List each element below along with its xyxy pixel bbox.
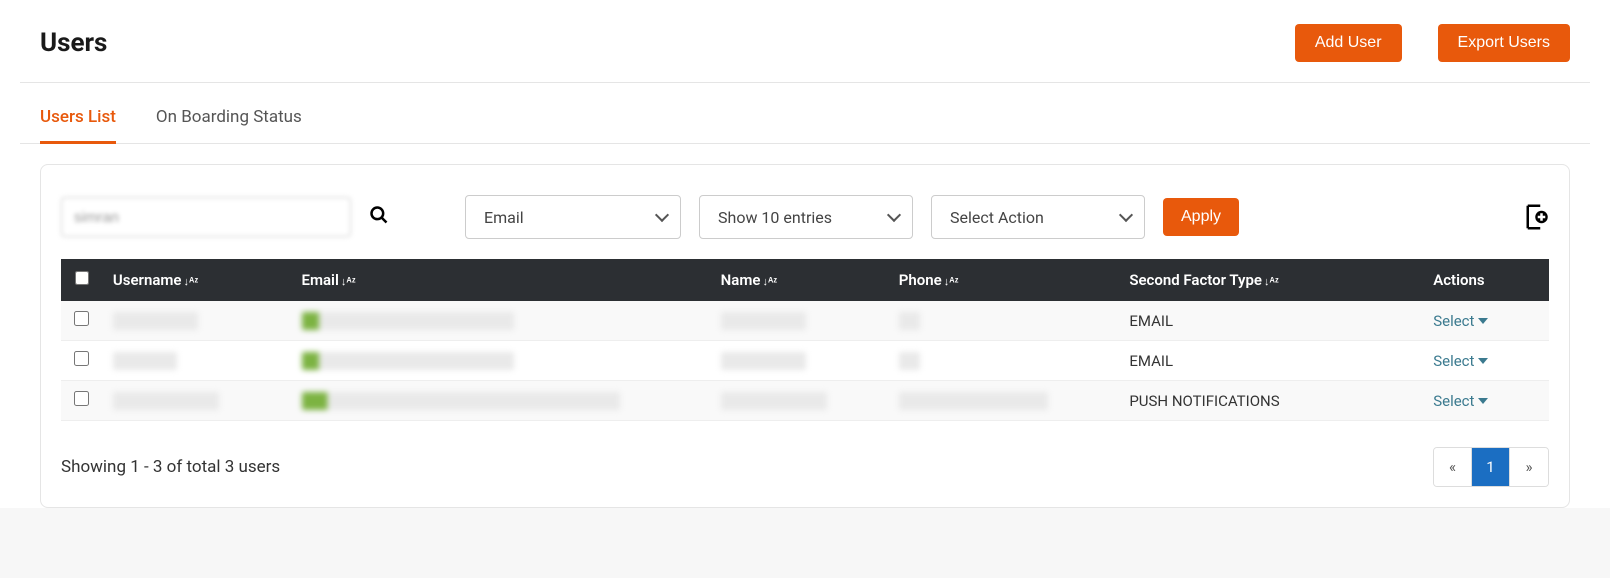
cell-name: ██████████ bbox=[721, 392, 827, 410]
caret-down-icon bbox=[1478, 318, 1488, 324]
filter-by-select[interactable]: Email bbox=[465, 195, 681, 239]
row-checkbox[interactable] bbox=[74, 391, 89, 406]
column-second-factor[interactable]: Second Factor Type↓ᴬᶻ bbox=[1119, 259, 1423, 301]
row-action-select[interactable]: Select bbox=[1433, 392, 1488, 410]
column-email[interactable]: Email↓ᴬᶻ bbox=[292, 259, 711, 301]
page-title: Users bbox=[40, 28, 107, 58]
sort-icon: ↓ᴬᶻ bbox=[944, 275, 959, 288]
tabs: Users List On Boarding Status bbox=[20, 83, 1590, 144]
column-username[interactable]: Username↓ᴬᶻ bbox=[103, 259, 292, 301]
pagination: « 1 » bbox=[1433, 447, 1549, 487]
entries-select[interactable]: Show 10 entries bbox=[699, 195, 913, 239]
export-users-button[interactable]: Export Users bbox=[1438, 24, 1570, 62]
row-action-select[interactable]: Select bbox=[1433, 312, 1488, 330]
controls-row: Email Show 10 entries Select Action Appl… bbox=[61, 195, 1549, 239]
cell-second-factor: EMAIL bbox=[1119, 341, 1423, 381]
tab-users-list[interactable]: Users List bbox=[40, 107, 116, 144]
cell-email: ██████████████████████████████ bbox=[302, 392, 621, 410]
cell-phone: ██ bbox=[899, 312, 920, 330]
table-footer: Showing 1 - 3 of total 3 users « 1 » bbox=[61, 447, 1549, 487]
search-input[interactable] bbox=[61, 197, 351, 237]
cell-username: ██████ bbox=[113, 352, 177, 370]
cell-phone: ██████████████ bbox=[899, 392, 1048, 410]
users-table: Username↓ᴬᶻ Email↓ᴬᶻ Name↓ᴬᶻ Phone↓ᴬᶻ Se… bbox=[61, 259, 1549, 421]
caret-down-icon bbox=[1478, 358, 1488, 364]
table-row: ██████████ █████████████████████████████… bbox=[61, 381, 1549, 421]
page-header: Users Add User Export Users bbox=[20, 0, 1590, 83]
cell-name: ████████ bbox=[721, 352, 806, 370]
column-name[interactable]: Name↓ᴬᶻ bbox=[711, 259, 889, 301]
sort-icon: ↓ᴬᶻ bbox=[341, 275, 356, 288]
cell-second-factor: EMAIL bbox=[1119, 301, 1423, 341]
column-actions: Actions bbox=[1423, 259, 1549, 301]
pagination-page-1[interactable]: 1 bbox=[1472, 448, 1510, 486]
add-user-button[interactable]: Add User bbox=[1295, 24, 1402, 62]
row-checkbox[interactable] bbox=[74, 311, 89, 326]
row-action-select[interactable]: Select bbox=[1433, 352, 1488, 370]
search-icon[interactable] bbox=[369, 205, 389, 230]
apply-button[interactable]: Apply bbox=[1163, 198, 1239, 236]
cell-phone: ██ bbox=[899, 352, 920, 370]
cell-username: ████████ bbox=[113, 312, 198, 330]
table-row: ████████ ████████████████████ ████████ █… bbox=[61, 301, 1549, 341]
caret-down-icon bbox=[1478, 398, 1488, 404]
select-all-header bbox=[61, 259, 103, 301]
column-phone[interactable]: Phone↓ᴬᶻ bbox=[889, 259, 1120, 301]
add-column-icon[interactable] bbox=[1519, 202, 1549, 232]
sort-icon: ↓ᴬᶻ bbox=[183, 275, 198, 288]
table-row: ██████ ████████████████████ ████████ ██ … bbox=[61, 341, 1549, 381]
tab-onboarding-status[interactable]: On Boarding Status bbox=[156, 107, 302, 144]
pagination-prev[interactable]: « bbox=[1434, 448, 1472, 486]
cell-name: ████████ bbox=[721, 312, 806, 330]
select-all-checkbox[interactable] bbox=[75, 271, 89, 285]
cell-username: ██████████ bbox=[113, 392, 219, 410]
header-actions: Add User Export Users bbox=[1295, 24, 1570, 62]
cell-email: ████████████████████ bbox=[302, 352, 515, 370]
bulk-action-select[interactable]: Select Action bbox=[931, 195, 1145, 239]
sort-icon: ↓ᴬᶻ bbox=[1264, 275, 1279, 288]
cell-email: ████████████████████ bbox=[302, 312, 515, 330]
sort-icon: ↓ᴬᶻ bbox=[762, 275, 777, 288]
results-summary: Showing 1 - 3 of total 3 users bbox=[61, 457, 280, 477]
cell-second-factor: PUSH NOTIFICATIONS bbox=[1119, 381, 1423, 421]
pagination-next[interactable]: » bbox=[1510, 448, 1548, 486]
users-panel: Email Show 10 entries Select Action Appl… bbox=[40, 164, 1570, 508]
row-checkbox[interactable] bbox=[74, 351, 89, 366]
